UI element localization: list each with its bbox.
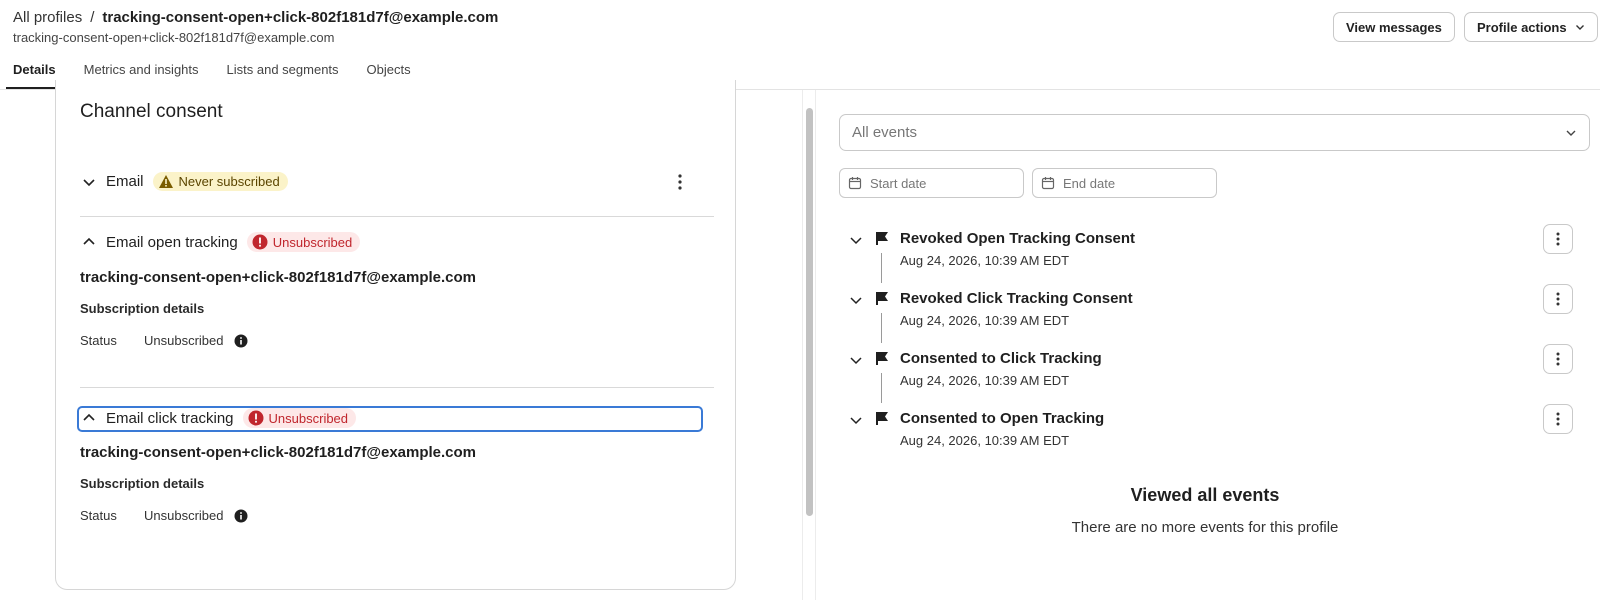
scrollbar-thumb[interactable] — [806, 108, 813, 516]
end-date-placeholder: End date — [1063, 175, 1116, 191]
more-options-icon — [1556, 412, 1560, 426]
calendar-icon — [1041, 177, 1055, 190]
chevron-down-icon[interactable] — [848, 352, 864, 368]
page-title: tracking-consent-open+click-802f181d7f@e… — [102, 9, 499, 26]
email-consent-label: Email — [106, 173, 144, 190]
chevron-down-icon[interactable] — [848, 232, 864, 248]
start-date-input[interactable]: Start date — [839, 168, 1024, 198]
open-tracking-status-row: Status Unsubscribed — [80, 333, 248, 348]
channel-consent-card: Channel consent Email Never subscribed E… — [55, 80, 736, 590]
chevron-down-icon[interactable] — [80, 173, 98, 191]
event-name: Revoked Open Tracking Consent — [900, 230, 1136, 247]
warning-icon — [158, 175, 173, 188]
event-more-button[interactable] — [1543, 404, 1573, 434]
error-icon — [248, 410, 264, 426]
chevron-down-icon[interactable] — [848, 412, 864, 428]
list-item[interactable]: Revoked Open Tracking Consent Aug 24, 20… — [848, 224, 1593, 283]
view-messages-button[interactable]: View messages — [1333, 12, 1455, 42]
click-tracking-subscription-details: Subscription details — [80, 476, 205, 491]
event-time: Aug 24, 2026, 10:39 AM EDT — [900, 313, 1070, 328]
channel-consent-title: Channel consent — [80, 101, 223, 122]
event-more-button[interactable] — [1543, 224, 1573, 254]
status-badge: Never subscribed — [152, 172, 288, 191]
list-item[interactable]: Consented to Click Tracking Aug 24, 2026… — [848, 344, 1593, 403]
event-time: Aug 24, 2026, 10:39 AM EDT — [900, 373, 1070, 388]
info-icon[interactable] — [234, 509, 248, 523]
events-filter-select[interactable]: All events — [839, 114, 1590, 151]
email-click-tracking-row[interactable]: Email click tracking Unsubscribed — [80, 408, 357, 428]
timeline-connector — [881, 253, 882, 283]
status-value: Unsubscribed — [144, 333, 224, 348]
email-click-tracking-label: Email click tracking — [106, 409, 234, 427]
flag-icon — [876, 232, 888, 245]
chevron-down-icon[interactable] — [848, 292, 864, 308]
event-name: Consented to Click Tracking — [900, 350, 1102, 367]
status-label: Status — [80, 508, 117, 523]
breadcrumb: All profiles / tracking-consent-open+cli… — [13, 9, 498, 26]
list-item[interactable]: Revoked Click Tracking Consent Aug 24, 2… — [848, 284, 1593, 343]
event-more-button[interactable] — [1543, 344, 1573, 374]
chevron-up-icon[interactable] — [80, 409, 98, 427]
profile-actions-button[interactable]: Profile actions — [1464, 12, 1598, 42]
calendar-icon — [848, 177, 862, 190]
status-badge-label: Unsubscribed — [272, 234, 353, 250]
email-open-tracking-label: Email open tracking — [106, 233, 238, 251]
start-date-placeholder: Start date — [870, 175, 927, 191]
status-value: Unsubscribed — [144, 508, 224, 523]
profile-actions-label: Profile actions — [1477, 19, 1567, 35]
status-badge-label: Unsubscribed — [268, 410, 349, 426]
more-options-icon — [1556, 232, 1560, 246]
end-of-events-subtitle: There are no more events for this profil… — [1071, 519, 1339, 536]
event-time: Aug 24, 2026, 10:39 AM EDT — [900, 433, 1070, 448]
click-tracking-email: tracking-consent-open+click-802f181d7f@e… — [80, 444, 477, 461]
status-badge: Unsubscribed — [246, 232, 361, 252]
email-open-tracking-row[interactable]: Email open tracking Unsubscribed — [80, 232, 361, 252]
email-consent-row[interactable]: Email Never subscribed — [80, 172, 288, 191]
more-options-icon — [1556, 292, 1560, 306]
end-of-events-title: Viewed all events — [1130, 485, 1280, 505]
event-time: Aug 24, 2026, 10:39 AM EDT — [900, 253, 1070, 268]
scrollbar[interactable] — [802, 90, 816, 600]
event-name: Consented to Open Tracking — [900, 410, 1105, 427]
timeline-connector — [881, 373, 882, 403]
more-options-icon — [1556, 352, 1560, 366]
flag-icon — [876, 352, 888, 365]
event-more-button[interactable] — [1543, 284, 1573, 314]
open-tracking-subscription-details: Subscription details — [80, 301, 205, 316]
profile-header: All profiles / tracking-consent-open+cli… — [0, 0, 1600, 90]
breadcrumb-all-profiles[interactable]: All profiles — [13, 9, 82, 26]
end-date-input[interactable]: End date — [1032, 168, 1217, 198]
status-label: Status — [80, 333, 117, 348]
open-tracking-email: tracking-consent-open+click-802f181d7f@e… — [80, 269, 477, 286]
status-badge-label: Never subscribed — [178, 174, 280, 189]
profile-email-subtitle: tracking-consent-open+click-802f181d7f@e… — [13, 30, 335, 45]
chevron-down-icon — [1566, 130, 1576, 136]
timeline-connector — [881, 313, 882, 343]
view-messages-label: View messages — [1346, 19, 1442, 35]
status-badge: Unsubscribed — [242, 408, 357, 428]
flag-icon — [876, 412, 888, 425]
events-filter-value: All events — [852, 124, 918, 141]
error-icon — [252, 234, 268, 250]
chevron-up-icon[interactable] — [80, 233, 98, 251]
flag-icon — [876, 292, 888, 305]
event-name: Revoked Click Tracking Consent — [900, 290, 1133, 307]
divider — [80, 387, 714, 388]
divider — [80, 216, 714, 217]
more-options-icon[interactable] — [670, 172, 690, 192]
click-tracking-status-row: Status Unsubscribed — [80, 508, 248, 523]
list-item[interactable]: Consented to Open Tracking Aug 24, 2026,… — [848, 404, 1593, 460]
breadcrumb-separator: / — [90, 9, 95, 26]
info-icon[interactable] — [234, 334, 248, 348]
chevron-down-icon — [1575, 25, 1584, 30]
